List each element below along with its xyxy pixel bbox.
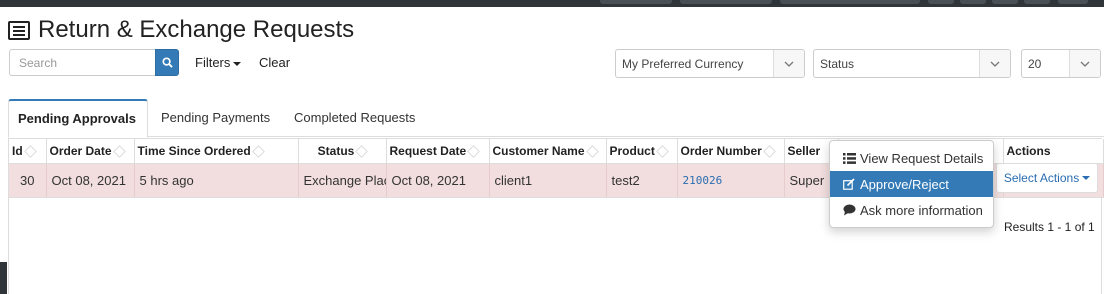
filters-label: Filters	[195, 55, 231, 70]
cell-product: test2	[606, 163, 678, 198]
cell-order-date: Oct 08, 2021	[46, 163, 135, 198]
search-button[interactable]	[155, 49, 179, 76]
navbar-button[interactable]	[680, 0, 772, 4]
cell-status: Exchange Placed	[298, 163, 387, 198]
chevron-down-icon	[1069, 50, 1100, 77]
sort-icon	[112, 145, 126, 158]
navbar-button[interactable]	[780, 0, 920, 4]
navbar-button[interactable]	[1024, 0, 1050, 4]
edit-icon	[842, 178, 856, 190]
menu-item-ask-more-information[interactable]: Ask more information	[830, 197, 993, 223]
navbar-button[interactable]	[992, 0, 1018, 4]
caret-down-icon	[1082, 176, 1091, 180]
column-header-product[interactable]: Product	[606, 139, 678, 164]
sort-icon	[355, 145, 369, 158]
sort-icon	[585, 145, 599, 158]
column-header-order-date[interactable]: Order Date	[46, 139, 135, 164]
menu-item-label: View Request Details	[860, 150, 984, 166]
cell-time-since-ordered: 5 hrs ago	[134, 163, 299, 198]
navbar-button[interactable]	[1058, 0, 1088, 4]
page-size-select[interactable]: 20	[1021, 49, 1101, 78]
tab-completed-requests[interactable]: Completed Requests	[285, 99, 424, 138]
clear-button[interactable]: Clear	[259, 55, 290, 70]
chevron-down-icon	[979, 50, 1010, 77]
page-title-text: Return & Exchange Requests	[38, 16, 355, 43]
filters-button[interactable]: Filters	[195, 55, 242, 70]
column-header-order-number[interactable]: Order Number	[677, 139, 785, 164]
navbar-button[interactable]	[928, 0, 954, 4]
tab-pending-payments[interactable]: Pending Payments	[152, 99, 279, 138]
column-header-status[interactable]: Status	[298, 139, 387, 164]
side-strip	[0, 262, 7, 294]
currency-select-value: My Preferred Currency	[622, 56, 744, 71]
actions-dropdown-menu: View Request Details Approve/Reject Ask …	[829, 140, 994, 228]
navbar-button[interactable]	[960, 0, 986, 4]
menu-item-approve-reject[interactable]: Approve/Reject	[830, 171, 993, 197]
sort-icon	[762, 145, 776, 158]
list-icon	[8, 20, 30, 40]
sort-icon	[23, 145, 37, 158]
column-header-customer-name[interactable]: Customer Name	[489, 139, 607, 164]
menu-item-label: Ask more information	[860, 202, 983, 218]
status-select-value: Status	[820, 56, 855, 71]
currency-select[interactable]: My Preferred Currency	[615, 49, 805, 78]
caret-down-icon	[233, 61, 242, 66]
status-select[interactable]: Status	[813, 49, 1011, 78]
column-header-request-date[interactable]: Request Date	[386, 139, 490, 164]
navbar-button[interactable]	[600, 0, 672, 4]
order-number-link[interactable]: 210026	[677, 163, 785, 198]
list-icon	[842, 152, 856, 164]
page-title: Return & Exchange Requests	[8, 16, 354, 44]
column-header-actions: Actions	[1003, 139, 1104, 164]
cell-customer-name: client1	[489, 163, 607, 198]
menu-item-label: Approve/Reject	[860, 176, 949, 192]
search-icon	[161, 57, 173, 68]
cell-request-date: Oct 08, 2021	[386, 163, 490, 198]
select-actions-button[interactable]: Select Actions	[996, 163, 1098, 193]
column-header-id[interactable]: Id	[9, 139, 47, 164]
select-actions-label: Select Actions	[1003, 171, 1080, 185]
results-count: Results 1 - 1 of 1	[1004, 220, 1095, 234]
column-header-time-since-ordered[interactable]: Time Since Ordered	[134, 139, 299, 164]
search-group	[9, 49, 179, 76]
top-navbar	[0, 0, 1104, 7]
request-tabs: Pending Approvals Pending Payments Compl…	[8, 99, 1104, 138]
tab-pending-approvals[interactable]: Pending Approvals	[8, 99, 148, 138]
sort-icon	[467, 145, 481, 158]
page-size-value: 20	[1028, 56, 1042, 71]
chevron-down-icon	[773, 50, 804, 77]
cell-id: 30	[9, 163, 47, 198]
sort-icon	[251, 145, 265, 158]
comment-icon	[842, 204, 856, 216]
sort-icon	[655, 145, 669, 158]
menu-item-view-request-details[interactable]: View Request Details	[830, 145, 993, 171]
search-input[interactable]	[9, 49, 155, 76]
